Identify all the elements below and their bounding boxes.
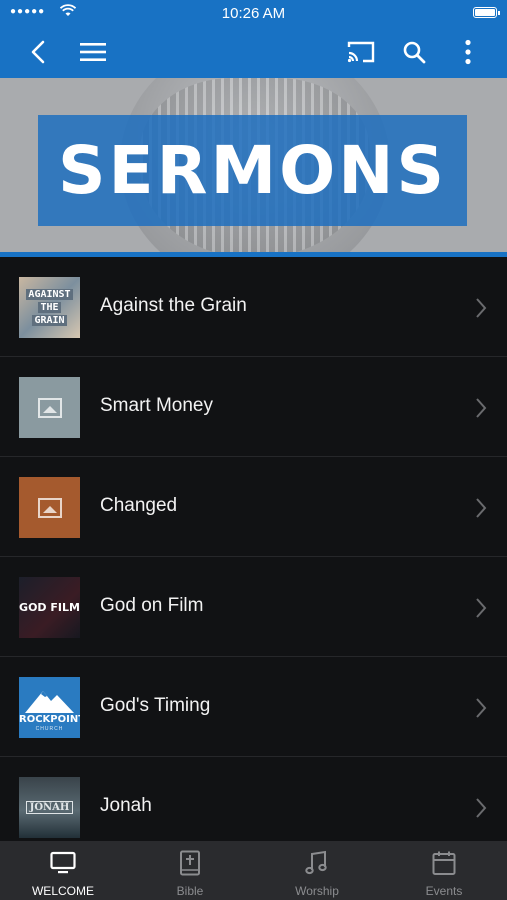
hero-title-box: SERMONS — [38, 115, 467, 226]
chevron-left-icon — [31, 40, 45, 64]
sermon-series-list: AGAINST THE GRAIN Against the Grain Smar… — [0, 257, 507, 857]
list-item-title: Against the Grain — [100, 295, 247, 316]
chevron-right-icon — [476, 298, 487, 318]
hamburger-menu-icon — [80, 43, 106, 61]
list-item-title: Changed — [100, 495, 178, 516]
tab-welcome[interactable]: WELCOME — [0, 841, 126, 900]
sermons-hero-banner: SERMONS — [0, 78, 507, 254]
mountain-logo-icon — [25, 691, 74, 713]
list-item-title: God on Film — [100, 595, 204, 616]
cast-button[interactable] — [345, 36, 377, 68]
series-thumbnail: ROCKPOINT CHURCH — [19, 677, 80, 738]
image-placeholder-icon — [37, 497, 62, 518]
series-thumbnail — [19, 377, 80, 438]
monitor-icon — [50, 851, 76, 874]
menu-button[interactable] — [77, 36, 109, 68]
bible-icon — [180, 850, 200, 876]
more-options-button[interactable] — [452, 36, 484, 68]
chevron-right-icon — [476, 498, 487, 518]
back-button[interactable] — [22, 36, 54, 68]
tab-bible[interactable]: Bible — [127, 841, 253, 900]
list-item[interactable]: ROCKPOINT CHURCH God's Timing — [0, 657, 507, 757]
page-title: SERMONS — [58, 132, 447, 209]
more-vertical-icon — [465, 39, 471, 65]
list-item-title: Smart Money — [100, 395, 213, 416]
list-item[interactable]: Changed — [0, 457, 507, 557]
series-thumbnail: GOD FILM — [19, 577, 80, 638]
chevron-right-icon — [476, 398, 487, 418]
chevron-right-icon — [476, 698, 487, 718]
series-thumbnail: AGAINST THE GRAIN — [19, 277, 80, 338]
status-time: 10:26 AM — [221, 5, 286, 22]
battery-icon — [473, 7, 500, 18]
calendar-icon — [432, 851, 456, 875]
music-note-icon — [305, 850, 327, 875]
tab-worship[interactable]: Worship — [254, 841, 380, 900]
cast-icon — [347, 41, 375, 63]
search-button[interactable] — [398, 36, 430, 68]
chevron-right-icon — [476, 598, 487, 618]
image-placeholder-icon — [37, 397, 62, 418]
series-thumbnail — [19, 477, 80, 538]
search-icon — [403, 41, 426, 64]
status-bar: ●●●●● 10:26 AM — [0, 0, 507, 26]
tab-label: Bible — [176, 884, 204, 898]
series-thumbnail: JONAH — [19, 777, 80, 838]
chevron-right-icon — [476, 798, 487, 818]
list-item-title: God's Timing — [100, 695, 211, 716]
tab-events[interactable]: Events — [381, 841, 507, 900]
list-item[interactable]: Smart Money — [0, 357, 507, 457]
list-item[interactable]: GOD FILM God on Film — [0, 557, 507, 657]
bottom-tab-bar: WELCOME Bible Worship Events — [0, 841, 507, 900]
list-item[interactable]: AGAINST THE GRAIN Against the Grain — [0, 257, 507, 357]
list-item-title: Jonah — [100, 795, 152, 816]
tab-label: Worship — [295, 884, 339, 898]
tab-label: WELCOME — [31, 884, 94, 898]
top-app-bar — [0, 26, 507, 78]
tab-label: Events — [425, 884, 463, 898]
